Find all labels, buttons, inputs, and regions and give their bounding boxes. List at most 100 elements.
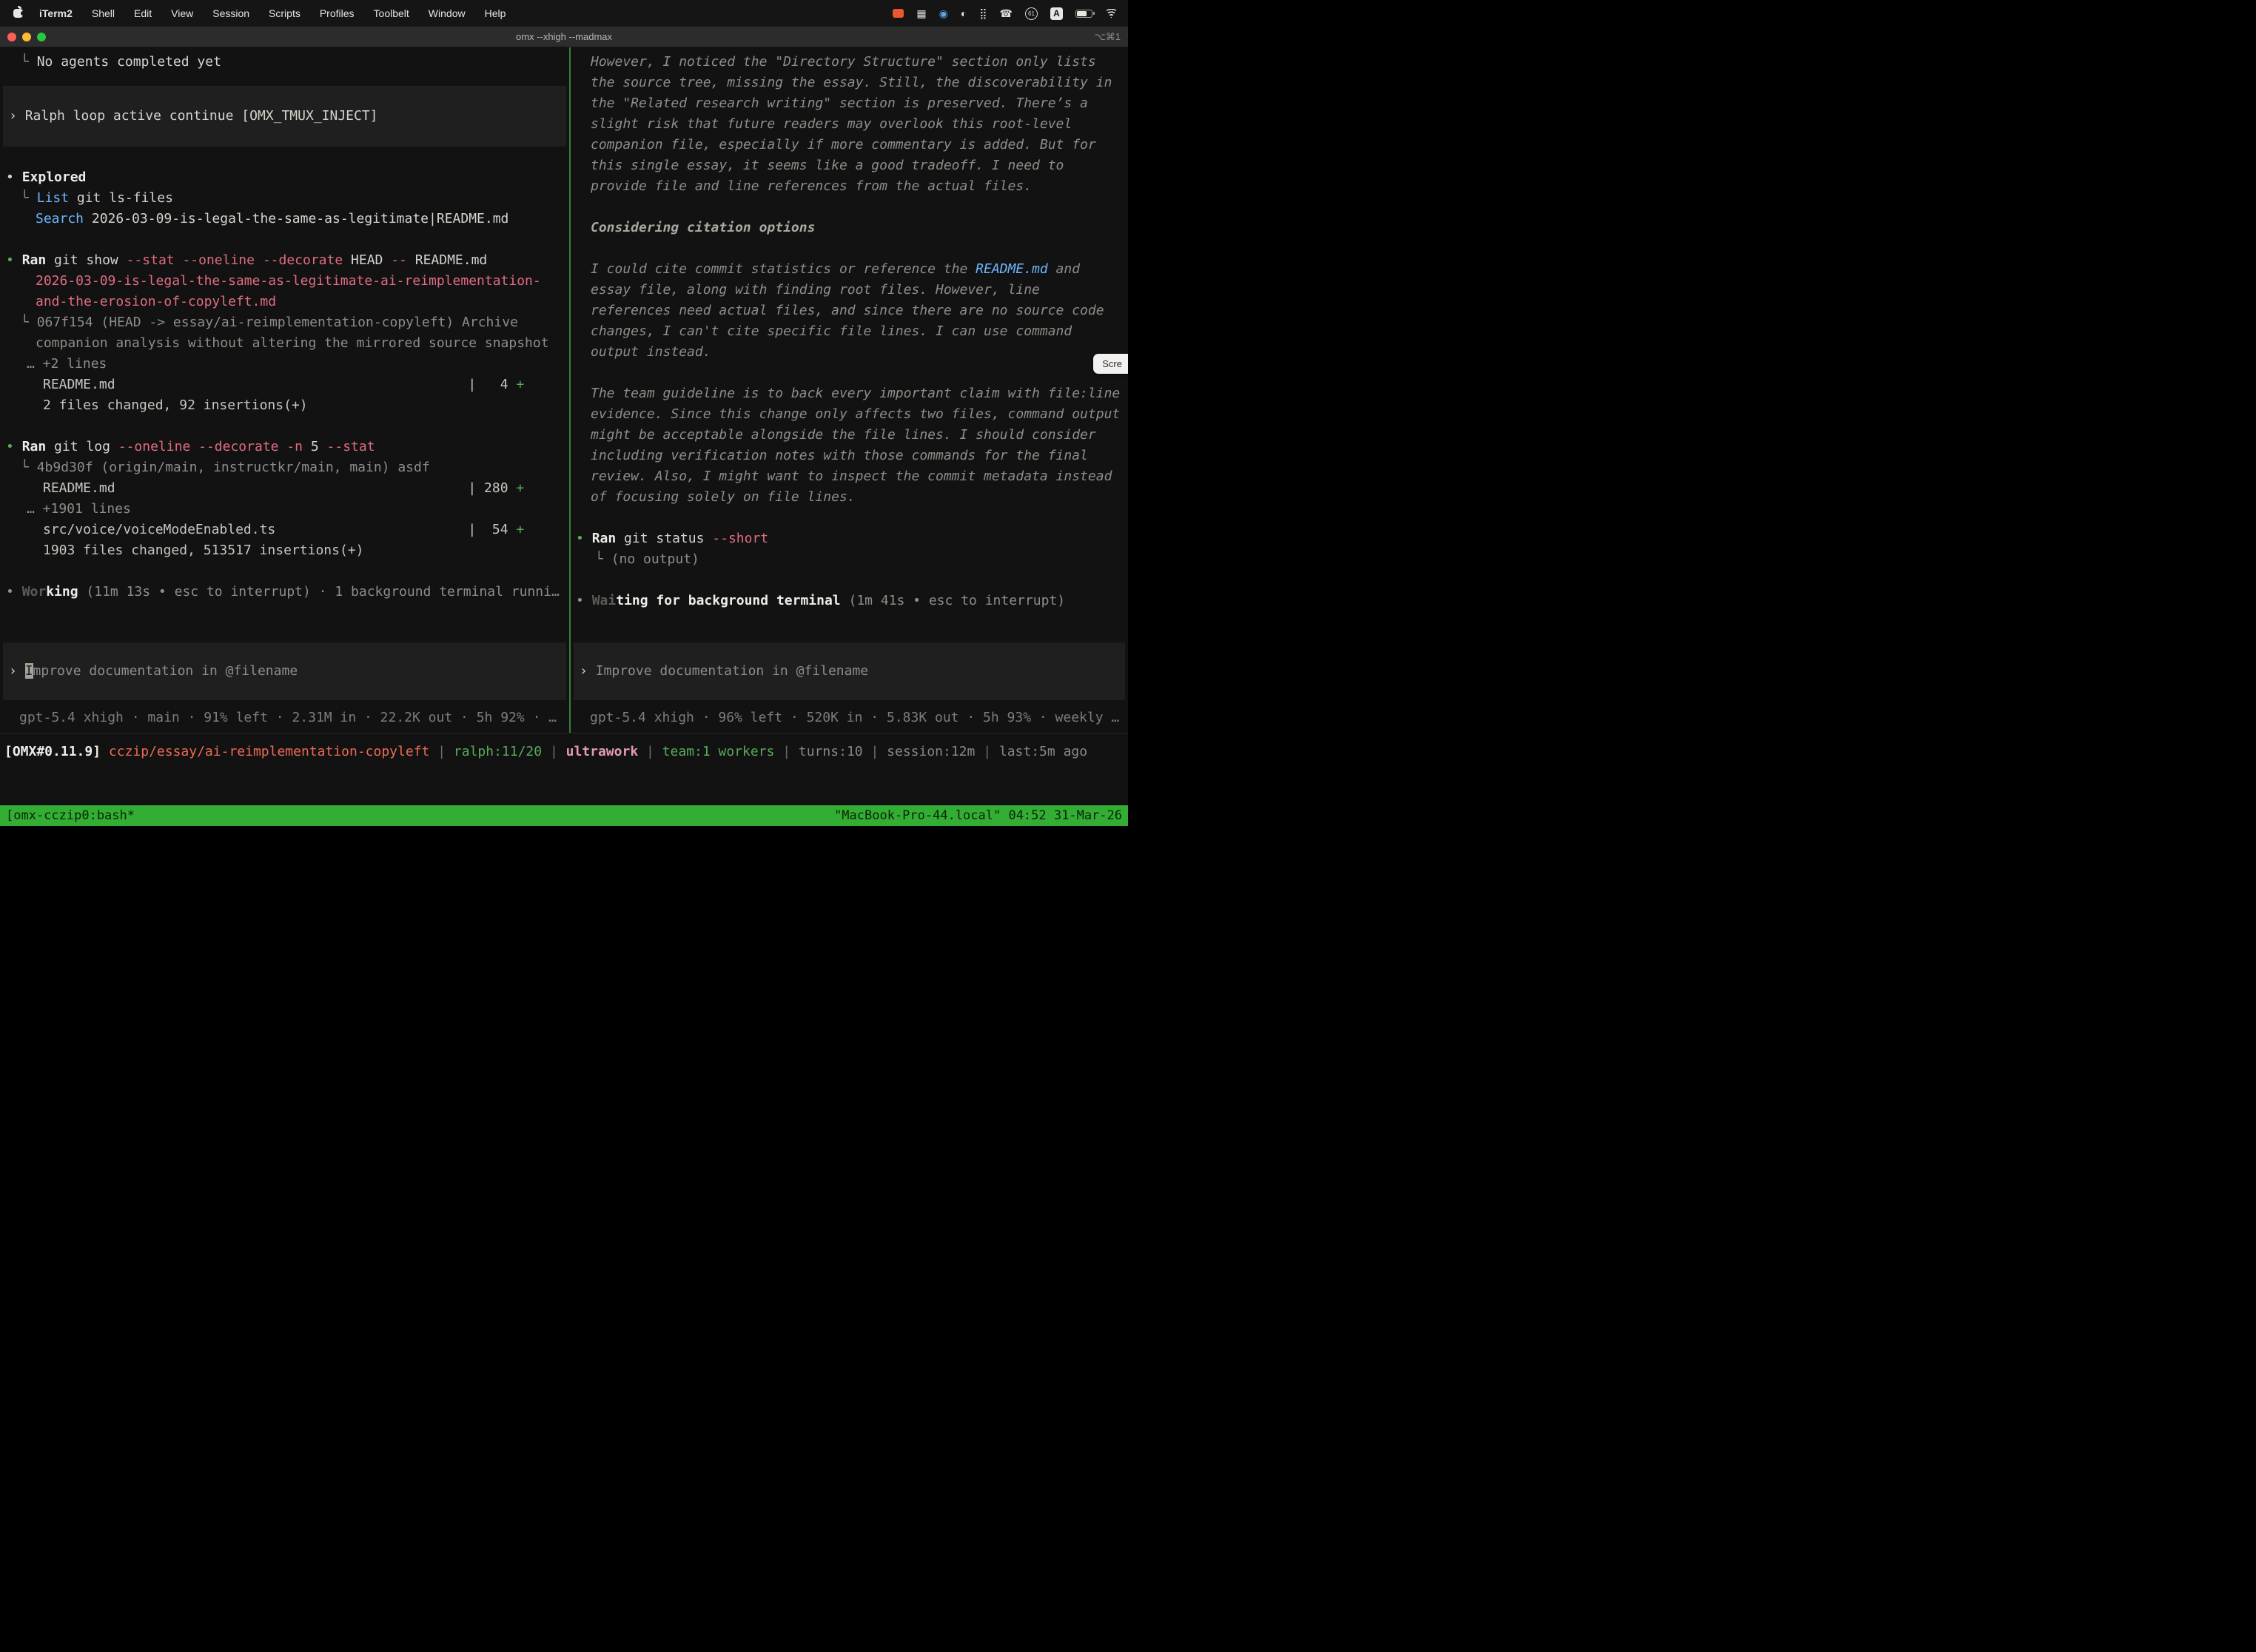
omx-status-bar: [OMX#0.11.9] cczip/essay/ai-reimplementa… [0, 733, 1128, 770]
menu-item-edit[interactable]: Edit [134, 7, 152, 19]
zoom-button[interactable] [37, 33, 46, 41]
text-cursor: I [25, 663, 33, 679]
agents-status-line: └ No agents completed yet [0, 52, 569, 73]
readme-link[interactable]: README.md [976, 261, 1048, 277]
window-title-bar[interactable]: omx --xhigh --madmax ⌥⌘1 [0, 27, 1128, 47]
menu-item-shell[interactable]: Shell [92, 7, 115, 19]
bullet-glyph: • [6, 169, 22, 185]
cmd-flags: --short [712, 531, 768, 546]
gauge-value: 61 [1028, 10, 1035, 17]
minimize-button[interactable] [22, 33, 31, 41]
tmux-status-bar: [omx-cczip0:bash* "MacBook-Pro-44.local" … [0, 805, 1128, 826]
cmd-arg: 5 [311, 439, 327, 454]
ran-git-log-line: • Ran git log --oneline --decorate -n 5 … [0, 437, 569, 457]
close-button[interactable] [7, 33, 16, 41]
left-pane[interactable]: └ No agents completed yet › Ralph loop a… [0, 47, 569, 733]
reasoning-line: might be acceptable alongside the file l… [571, 425, 1128, 446]
reasoning-line: including verification notes with those … [571, 446, 1128, 466]
screenshot-chip[interactable]: Scre [1093, 354, 1128, 374]
pinwheel-icon[interactable]: ◉ [939, 8, 948, 19]
more-lines-text: … +2 lines [27, 356, 107, 372]
input-source-icon[interactable]: A [1050, 7, 1063, 20]
prompt-glyph: › [9, 663, 25, 679]
more-lines-text: … +1901 lines [27, 501, 131, 517]
traffic-lights [0, 33, 46, 41]
menu-item-toolbelt[interactable]: Toolbelt [374, 7, 409, 19]
cmd-output-line: └ 4b9d30f (origin/main, instructkr/main,… [0, 457, 569, 478]
cmd-text: git log [54, 439, 118, 454]
ran-verb: Ran [22, 252, 54, 268]
menu-app-name[interactable]: iTerm2 [39, 7, 73, 19]
ralph-counter: ralph:11/20 [454, 744, 542, 759]
team-workers-badge: team:1 workers [662, 744, 775, 759]
explored-list-line: └ List git ls-files [0, 188, 569, 209]
search-args: 2026-03-09-is-legal-the-same-as-legitima… [84, 211, 508, 226]
screen-recording-icon[interactable] [893, 9, 904, 18]
separator: | [429, 744, 454, 759]
macos-menu-bar: iTerm2 Shell Edit View Session Scripts Profile… [0, 0, 1128, 27]
diffstat-plus: + [516, 522, 524, 537]
prompt-input[interactable]: › Improve documentation in @filename [574, 642, 1125, 700]
cmd-text: git show [54, 252, 127, 268]
separator: | [975, 744, 999, 759]
waiting-detail: (1m 41s • esc to interrupt) [841, 593, 1065, 608]
wifi-icon[interactable] [1105, 9, 1118, 19]
cmd-wrap-line: and-the-erosion-of-copyleft.md [0, 292, 569, 312]
tmux-session-window: [omx-cczip0:bash* [6, 808, 135, 823]
diffstat-summary-text: 1903 files changed, 513517 insertions(+) [43, 543, 363, 558]
turns-counter: turns:10 [799, 744, 863, 759]
half-circle-icon[interactable]: ◐ [961, 8, 967, 19]
grid-icon[interactable]: ▦ [916, 8, 926, 19]
diffstat-file: src/voice/voiceModeEnabled.ts | 54 [43, 522, 516, 537]
menu-item-view[interactable]: View [171, 7, 193, 19]
reasoning-line: The team guideline is to back every impo… [571, 383, 1128, 404]
output-text: (no output) [611, 551, 699, 567]
bottom-gap [0, 770, 1128, 805]
output-text: 067f154 (HEAD -> essay/ai-reimplementati… [37, 315, 518, 330]
menu-status-icons: ▦ ◉ ◐ ⣿ ☎ 61 A [893, 7, 1118, 20]
tree-glyph: └ [595, 551, 611, 567]
diffstat-summary: 2 files changed, 92 insertions(+) [0, 395, 569, 416]
reasoning-line: the "Related research writing" section i… [571, 93, 1128, 114]
cmd-flags: --stat --oneline --decorate [127, 252, 351, 268]
pane-spacer [571, 611, 1128, 642]
tree-glyph: └ [21, 460, 37, 475]
bullet-glyph: • [6, 439, 22, 454]
waiting-shimmer-dim: Wai [592, 593, 617, 608]
cmd-wrap-line: 2026-03-09-is-legal-the-same-as-legitima… [0, 271, 569, 292]
reasoning-line: changes, I can't cite specific file line… [571, 321, 1128, 342]
ran-git-status-line: • Ran git status --short [571, 528, 1128, 549]
session-duration: session:12m [887, 744, 975, 759]
terminal: └ No agents completed yet › Ralph loop a… [0, 47, 1128, 826]
apple-menu-icon[interactable] [13, 9, 23, 18]
bullet-glyph: • [576, 593, 592, 608]
reasoning-line: evidence. Since this change only affects… [571, 404, 1128, 425]
tmux-host-clock: "MacBook-Pro-44.local" 04:52 31-Mar-26 [834, 808, 1122, 823]
diffstat-line: README.md | 280 + [0, 478, 569, 499]
phone-icon[interactable]: ☎ [1000, 8, 1013, 19]
battery-icon[interactable] [1075, 10, 1092, 18]
dots-grid-icon[interactable]: ⣿ [979, 8, 987, 19]
ran-verb: Ran [592, 531, 624, 546]
prompt-input[interactable]: › Improve documentation in @filename [3, 642, 566, 700]
input-text: mprove documentation in @filename [33, 663, 298, 679]
bullet-glyph: • [6, 584, 22, 600]
menu-item-help[interactable]: Help [485, 7, 506, 19]
menu-item-session[interactable]: Session [212, 7, 249, 19]
gauge-icon[interactable]: 61 [1025, 7, 1038, 20]
reasoning-line: output instead. [571, 342, 1128, 363]
reasoning-line: However, I noticed the "Directory Struct… [571, 52, 1128, 73]
cmd-output-line: companion analysis without altering the … [0, 333, 569, 354]
bullet-glyph: • [576, 531, 592, 546]
reasoning-line: review. Also, I might want to inspect th… [571, 466, 1128, 487]
menu-item-profiles[interactable]: Profiles [320, 7, 355, 19]
menu-item-scripts[interactable]: Scripts [269, 7, 301, 19]
menu-item-window[interactable]: Window [429, 7, 466, 19]
cmd-flags: -- [391, 252, 415, 268]
prompt-glyph: › [9, 108, 25, 124]
agents-status-text: No agents completed yet [37, 54, 221, 70]
cmd-arg: HEAD [351, 252, 391, 268]
ran-git-show-line: • Ran git show --stat --oneline --decora… [0, 250, 569, 271]
ran-verb: Ran [22, 439, 54, 454]
right-pane[interactable]: However, I noticed the "Directory Struct… [571, 47, 1128, 733]
